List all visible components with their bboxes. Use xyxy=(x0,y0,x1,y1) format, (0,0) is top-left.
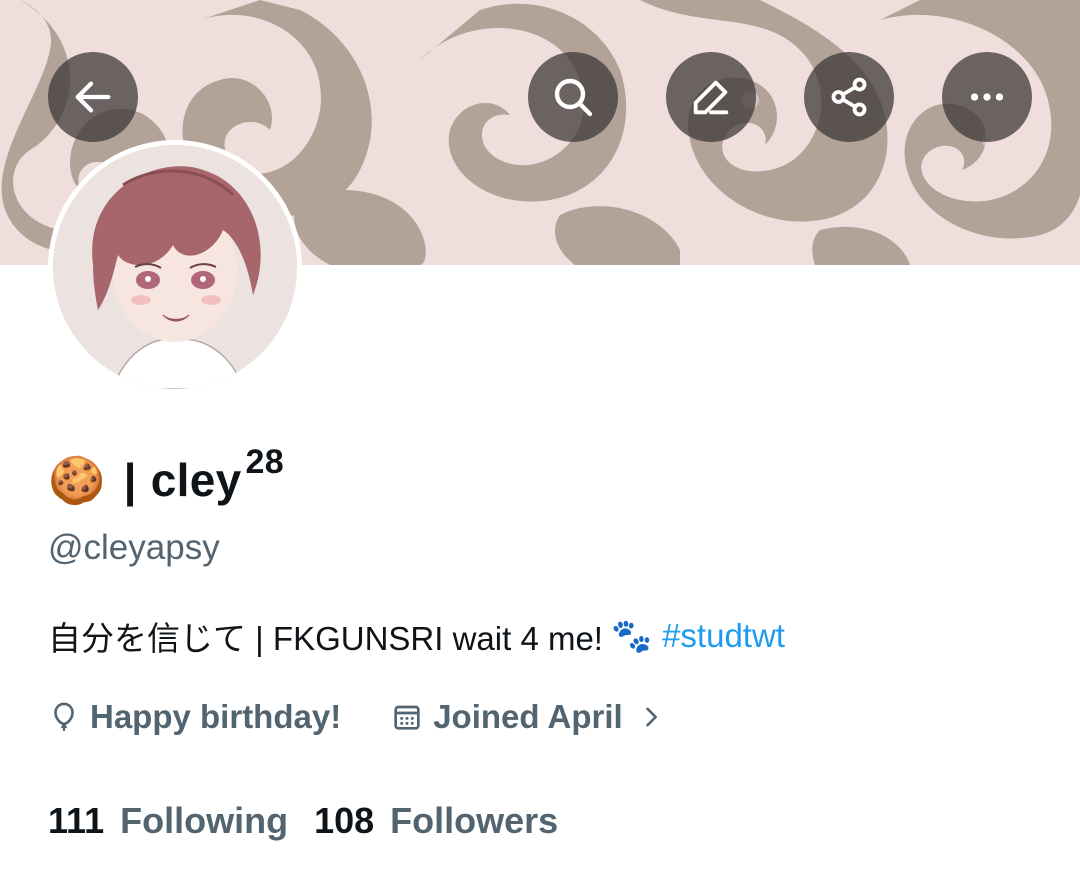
username-handle: @cleyapsy xyxy=(48,528,220,567)
back-button[interactable] xyxy=(48,52,138,142)
search-button[interactable] xyxy=(528,52,618,142)
calendar-icon xyxy=(394,705,420,730)
edit-button[interactable] xyxy=(666,52,756,142)
name-separator: | xyxy=(123,454,137,506)
more-button[interactable] xyxy=(942,52,1032,142)
chevron-right-icon xyxy=(645,707,657,727)
name-superscript: 28 xyxy=(245,442,284,481)
follow-stats: 111 Following 108 Followers xyxy=(48,800,558,842)
search-icon xyxy=(554,78,593,117)
avatar[interactable] xyxy=(48,140,302,394)
following-count: 111 xyxy=(48,800,105,841)
bio-text: 自分を信じて | FKGUNSRI wait 4 me! xyxy=(48,620,603,657)
balloon-icon xyxy=(54,702,74,731)
paw-emoji: 🐾 xyxy=(610,616,653,654)
name-text: cley xyxy=(150,454,242,506)
followers-link[interactable]: 108 Followers xyxy=(314,800,558,842)
profile-meta: Happy birthday! Joined April xyxy=(48,694,665,740)
arrow-left-icon xyxy=(75,81,111,113)
pencil-icon xyxy=(693,80,729,115)
following-link[interactable]: 111 Following xyxy=(48,800,288,842)
avatar-image xyxy=(53,145,297,389)
more-horizontal-icon xyxy=(970,93,1004,101)
share-icon xyxy=(831,77,867,117)
display-name: 🍪 | cley 28 xyxy=(48,443,284,512)
birthday-item: Happy birthday! xyxy=(48,698,341,736)
followers-count: 108 xyxy=(314,800,375,841)
bio: 自分を信じて | FKGUNSRI wait 4 me! 🐾 #studtwt xyxy=(48,612,785,660)
cookie-emoji: 🍪 xyxy=(48,453,106,506)
followers-label: Followers xyxy=(390,800,559,841)
share-button[interactable] xyxy=(804,52,894,142)
birthday-text: Happy birthday! xyxy=(90,698,342,735)
joined-text: Joined April xyxy=(433,698,623,735)
joined-item[interactable]: Joined April xyxy=(391,698,664,736)
following-label: Following xyxy=(120,800,289,841)
bio-hashtag-link[interactable]: #studtwt xyxy=(662,617,785,655)
